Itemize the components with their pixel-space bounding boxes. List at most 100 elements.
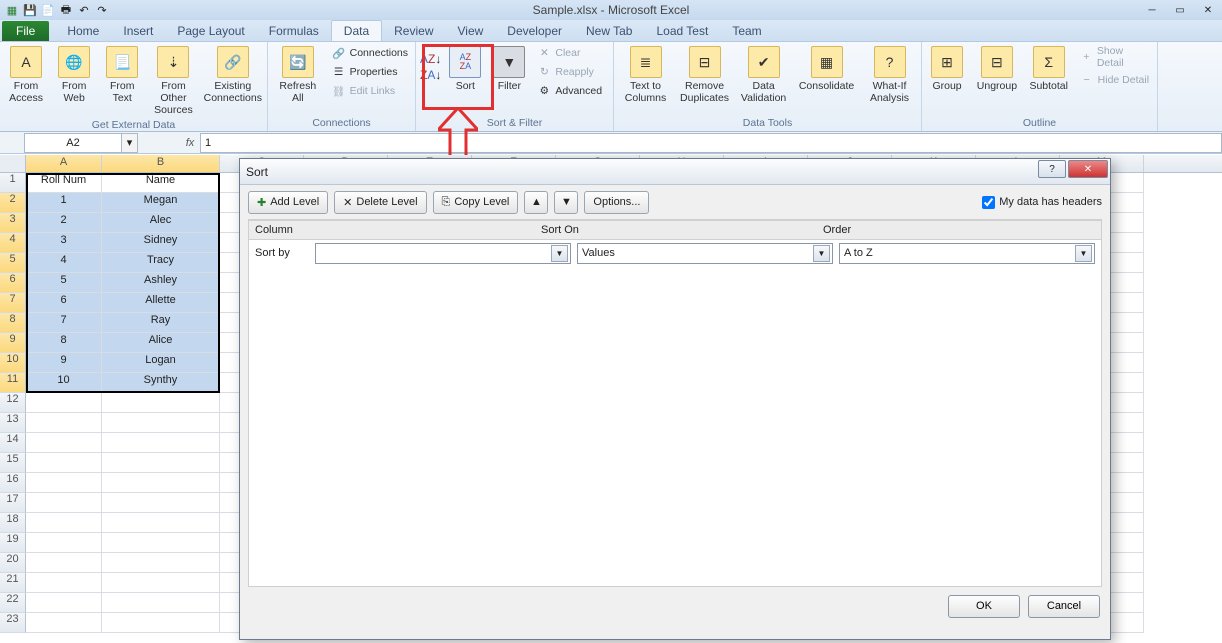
- row-header[interactable]: 6: [0, 273, 26, 293]
- file-tab[interactable]: File: [2, 21, 49, 41]
- row-header[interactable]: 9: [0, 333, 26, 353]
- cell[interactable]: [26, 553, 102, 573]
- cell[interactable]: 8: [26, 333, 102, 353]
- delete-level-button[interactable]: ✕Delete Level: [334, 191, 426, 214]
- cell[interactable]: [26, 453, 102, 473]
- copy-level-button[interactable]: ⎘Copy Level: [433, 191, 519, 214]
- consolidate-button[interactable]: ▦Consolidate: [795, 44, 858, 94]
- cell[interactable]: [26, 613, 102, 633]
- filter-button[interactable]: ▼Filter: [489, 44, 529, 94]
- maximize-button[interactable]: ▭: [1166, 1, 1194, 19]
- ungroup-button[interactable]: ⊟Ungroup: [972, 44, 1022, 94]
- sort-column-select[interactable]: ▼: [315, 243, 571, 264]
- tab-view[interactable]: View: [446, 21, 496, 41]
- row-header[interactable]: 21: [0, 573, 26, 593]
- cell[interactable]: Alec: [102, 213, 220, 233]
- refresh-all-button[interactable]: 🔄Refresh All: [272, 44, 324, 106]
- row-header[interactable]: 4: [0, 233, 26, 253]
- cell[interactable]: [102, 553, 220, 573]
- properties-button[interactable]: ☰Properties: [328, 63, 411, 81]
- options-button[interactable]: Options...: [584, 191, 649, 214]
- from-text-button[interactable]: 📃From Text: [100, 44, 144, 106]
- from-web-button[interactable]: 🌐From Web: [52, 44, 96, 106]
- row-header[interactable]: 16: [0, 473, 26, 493]
- remove-duplicates-button[interactable]: ⊟Remove Duplicates: [677, 44, 732, 106]
- tab-formulas[interactable]: Formulas: [257, 21, 331, 41]
- cell[interactable]: Megan: [102, 193, 220, 213]
- cell[interactable]: Alice: [102, 333, 220, 353]
- cell[interactable]: [102, 453, 220, 473]
- cell[interactable]: 7: [26, 313, 102, 333]
- row-header[interactable]: 15: [0, 453, 26, 473]
- cell[interactable]: 10: [26, 373, 102, 393]
- tab-home[interactable]: Home: [55, 21, 111, 41]
- cell[interactable]: [102, 573, 220, 593]
- existing-connections-button[interactable]: 🔗Existing Connections: [203, 44, 263, 106]
- undo-icon[interactable]: ↶: [76, 2, 92, 18]
- tab-insert[interactable]: Insert: [111, 21, 165, 41]
- from-access-button[interactable]: AFrom Access: [4, 44, 48, 106]
- cell[interactable]: Synthy: [102, 373, 220, 393]
- row-header[interactable]: 2: [0, 193, 26, 213]
- cell[interactable]: 1: [26, 193, 102, 213]
- from-other-sources-button[interactable]: ⇣From Other Sources: [148, 44, 198, 118]
- fx-icon[interactable]: fx: [180, 137, 200, 149]
- sort-asc-button[interactable]: AZ↓: [420, 52, 441, 66]
- cell[interactable]: [26, 573, 102, 593]
- cell[interactable]: Sidney: [102, 233, 220, 253]
- cell[interactable]: 6: [26, 293, 102, 313]
- name-box-dropdown[interactable]: ▾: [122, 133, 138, 153]
- my-data-has-headers-checkbox[interactable]: My data has headers: [982, 196, 1102, 209]
- doc-icon[interactable]: 📄: [40, 2, 56, 18]
- tab-loadtest[interactable]: Load Test: [644, 21, 720, 41]
- row-header[interactable]: 22: [0, 593, 26, 613]
- connections-button[interactable]: 🔗Connections: [328, 44, 411, 62]
- select-all-corner[interactable]: [0, 155, 26, 172]
- cancel-button[interactable]: Cancel: [1028, 595, 1100, 618]
- tab-review[interactable]: Review: [382, 21, 445, 41]
- move-down-button[interactable]: ▼: [554, 191, 578, 214]
- cell[interactable]: Logan: [102, 353, 220, 373]
- cell[interactable]: Allette: [102, 293, 220, 313]
- row-header[interactable]: 1: [0, 173, 26, 193]
- row-header[interactable]: 3: [0, 213, 26, 233]
- row-header[interactable]: 11: [0, 373, 26, 393]
- row-header[interactable]: 14: [0, 433, 26, 453]
- cell[interactable]: [26, 493, 102, 513]
- col-header-A[interactable]: A: [26, 155, 102, 172]
- row-header[interactable]: 17: [0, 493, 26, 513]
- dialog-close-button[interactable]: ✕: [1068, 160, 1108, 178]
- cell[interactable]: [102, 433, 220, 453]
- cell[interactable]: Roll Num: [26, 173, 102, 193]
- row-header[interactable]: 10: [0, 353, 26, 373]
- row-header[interactable]: 23: [0, 613, 26, 633]
- cell[interactable]: [102, 393, 220, 413]
- move-up-button[interactable]: ▲: [524, 191, 548, 214]
- row-header[interactable]: 7: [0, 293, 26, 313]
- name-box[interactable]: A2: [24, 133, 122, 153]
- row-header[interactable]: 12: [0, 393, 26, 413]
- row-header[interactable]: 5: [0, 253, 26, 273]
- ok-button[interactable]: OK: [948, 595, 1020, 618]
- subtotal-button[interactable]: ΣSubtotal: [1026, 44, 1072, 94]
- close-button[interactable]: ✕: [1194, 1, 1222, 19]
- cell[interactable]: [102, 533, 220, 553]
- row-header[interactable]: 20: [0, 553, 26, 573]
- row-header[interactable]: 18: [0, 513, 26, 533]
- text-to-columns-button[interactable]: ≣Text to Columns: [618, 44, 673, 106]
- cell[interactable]: 4: [26, 253, 102, 273]
- group-button[interactable]: ⊞Group: [926, 44, 968, 94]
- cell[interactable]: [26, 593, 102, 613]
- cell[interactable]: [26, 533, 102, 553]
- cell[interactable]: 2: [26, 213, 102, 233]
- cell[interactable]: [102, 513, 220, 533]
- save-icon[interactable]: 💾: [22, 2, 38, 18]
- advanced-button[interactable]: ⚙Advanced: [533, 82, 605, 100]
- cell[interactable]: [26, 433, 102, 453]
- cell[interactable]: Tracy: [102, 253, 220, 273]
- cell[interactable]: Ashley: [102, 273, 220, 293]
- cell[interactable]: [102, 473, 220, 493]
- cell[interactable]: Ray: [102, 313, 220, 333]
- cell[interactable]: [102, 593, 220, 613]
- formula-input[interactable]: 1: [200, 133, 1222, 153]
